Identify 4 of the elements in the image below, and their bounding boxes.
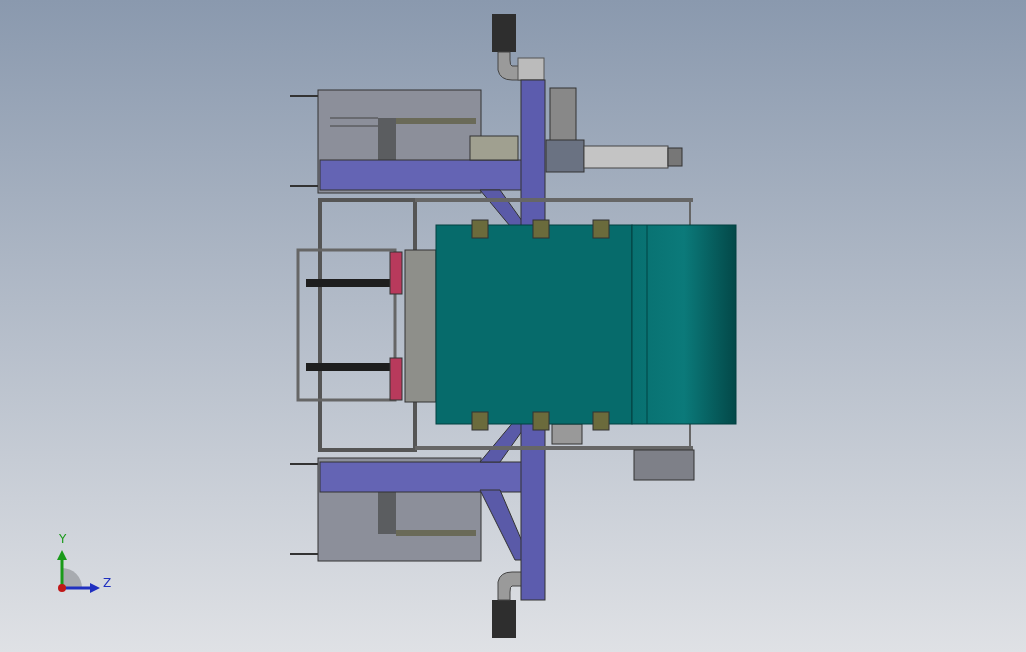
axis-label: Y [59,532,67,546]
axis-label: Z [103,576,112,590]
origin-dot-icon [58,584,66,592]
origin-arc-icon [62,568,82,588]
